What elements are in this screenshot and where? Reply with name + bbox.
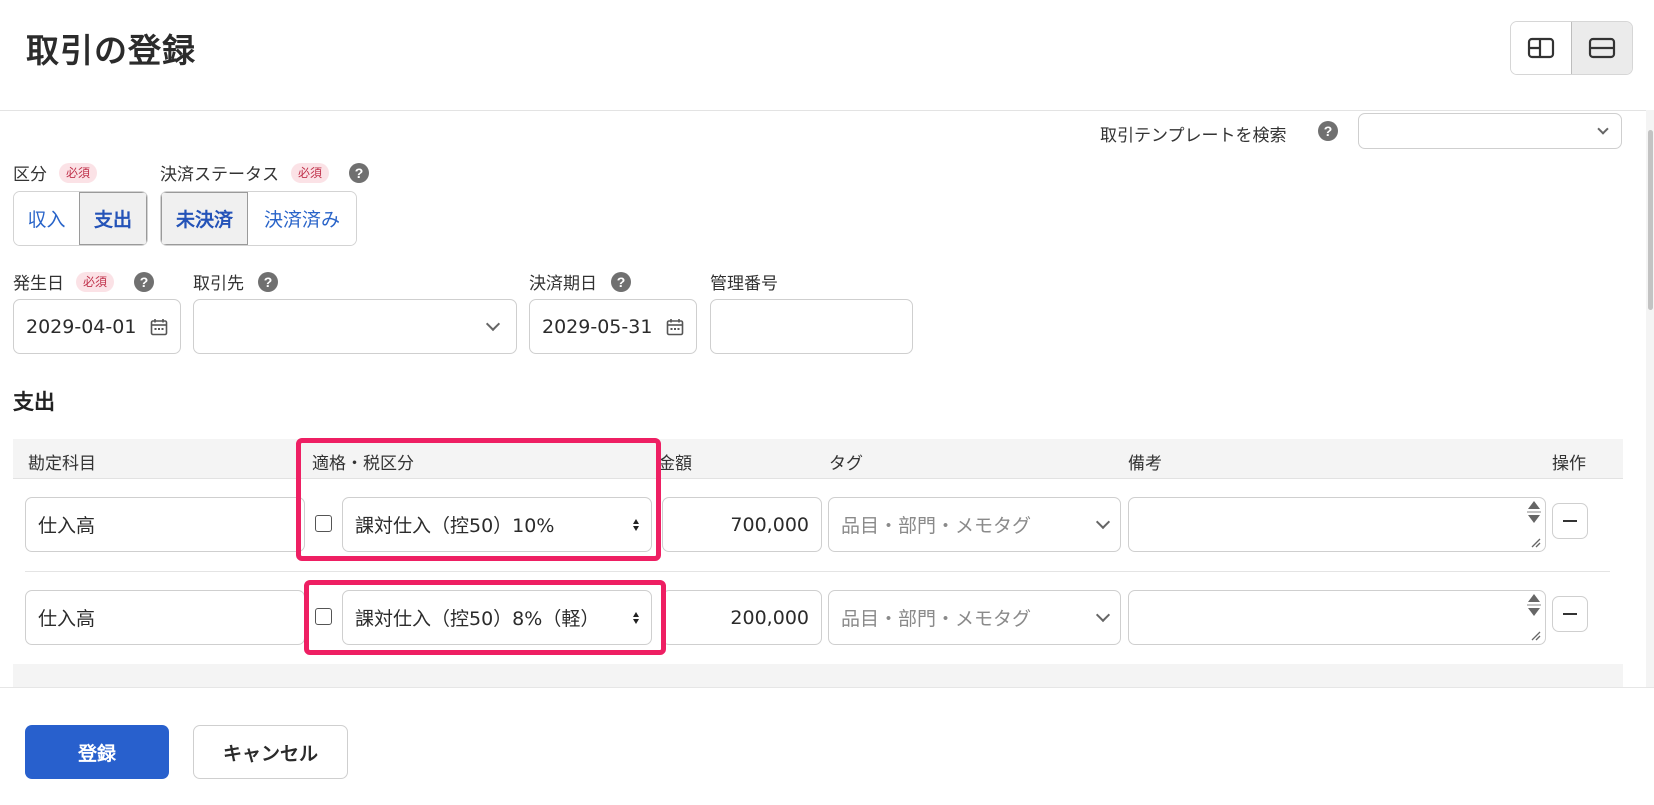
row-divider (25, 571, 1610, 572)
kubun-expense-button[interactable]: 支出 (79, 192, 147, 245)
kubun-income-button[interactable]: 収入 (14, 192, 79, 245)
due-date-value: 2029-05-31 (542, 315, 653, 338)
template-search-label: 取引テンプレートを検索 (1100, 126, 1287, 146)
status-help-icon[interactable]: ? (349, 162, 370, 183)
control-no-label: 管理番号 (710, 274, 778, 294)
chevron-down-icon (485, 316, 501, 332)
th-tag: タグ (829, 454, 863, 474)
template-search-select[interactable] (1358, 113, 1622, 149)
calendar-icon[interactable] (150, 318, 168, 336)
th-ops: 操作 (1552, 454, 1586, 474)
status-unsettled-button[interactable]: 未決済 (161, 192, 249, 245)
summary-row-partial (13, 664, 1623, 687)
partner-label-group: 取引先 ? (193, 269, 278, 294)
partner-help-icon[interactable]: ? (258, 271, 278, 292)
stack-layout-icon (1588, 37, 1616, 59)
status-label: 決済ステータス (160, 165, 279, 185)
textarea-resize-icon[interactable] (1524, 592, 1544, 644)
th-memo: 備考 (1128, 454, 1162, 474)
amount-input[interactable]: 700,000 (662, 497, 822, 552)
due-date-help-icon[interactable]: ? (611, 271, 631, 292)
kubun-label: 区分 (13, 165, 47, 185)
scrollbar-thumb[interactable] (1648, 130, 1653, 310)
due-date-label-group: 決済期日 ? (529, 269, 631, 294)
footer-divider (0, 687, 1654, 688)
kubun-segmented: 収入 支出 (13, 191, 148, 246)
remove-row-button[interactable] (1552, 596, 1588, 632)
header-divider (0, 110, 1654, 111)
memo-textarea[interactable] (1128, 590, 1546, 645)
account-input[interactable]: 仕入高 (25, 590, 305, 645)
kubun-label-group: 区分 必須 (13, 160, 98, 185)
required-badge: 必須 (59, 162, 98, 183)
view-toggle (1510, 21, 1633, 75)
chevron-down-icon (1597, 123, 1609, 135)
hassei-date-label: 発生日 (13, 274, 64, 294)
status-settled-button[interactable]: 決済済み (248, 192, 356, 245)
minus-icon (1563, 520, 1577, 522)
view-split-button[interactable] (1511, 22, 1571, 74)
amount-value: 200,000 (730, 606, 809, 629)
highlight-box-tax-row2 (304, 580, 666, 655)
account-value: 仕入高 (38, 608, 96, 630)
view-stack-button[interactable] (1571, 22, 1632, 74)
chevron-down-icon (1095, 514, 1111, 530)
calendar-icon[interactable] (666, 318, 684, 336)
th-account: 勘定科目 (28, 454, 96, 474)
due-date-label: 決済期日 (529, 274, 597, 294)
highlight-box-tax-row1 (296, 438, 661, 561)
submit-button[interactable]: 登録 (25, 725, 169, 779)
amount-value: 700,000 (730, 513, 809, 536)
required-badge: 必須 (76, 271, 115, 292)
page-title: 取引の登録 (26, 31, 196, 70)
th-amount: 金額 (658, 454, 692, 474)
textarea-resize-icon[interactable] (1524, 499, 1544, 551)
memo-textarea[interactable] (1128, 497, 1546, 552)
status-label-group: 決済ステータス 必須 ? (160, 160, 370, 185)
tag-placeholder: 品目・部門・メモタグ (841, 515, 1032, 537)
status-segmented: 未決済 決済済み (160, 191, 357, 246)
minus-icon (1563, 613, 1577, 615)
account-input[interactable]: 仕入高 (25, 497, 305, 552)
hassei-date-input[interactable]: 2029-04-01 (13, 299, 181, 354)
remove-row-button[interactable] (1552, 503, 1588, 539)
control-no-input[interactable] (710, 299, 913, 354)
hassei-date-help-icon[interactable]: ? (134, 271, 155, 292)
amount-input[interactable]: 200,000 (662, 590, 822, 645)
due-date-input[interactable]: 2029-05-31 (529, 299, 697, 354)
tag-placeholder: 品目・部門・メモタグ (841, 608, 1032, 630)
required-badge: 必須 (291, 162, 330, 183)
chevron-down-icon (1095, 607, 1111, 623)
section-title: 支出 (13, 390, 55, 414)
tag-select[interactable]: 品目・部門・メモタグ (828, 497, 1121, 552)
hassei-date-value: 2029-04-01 (26, 315, 137, 338)
table-header: 勘定科目 適格・税区分 金額 タグ 備考 操作 (13, 439, 1623, 479)
account-value: 仕入高 (38, 515, 96, 537)
partner-select[interactable] (193, 299, 517, 354)
hassei-date-label-group: 発生日 必須 ? (13, 269, 155, 294)
split-layout-icon (1527, 37, 1555, 59)
cancel-button[interactable]: キャンセル (193, 725, 348, 779)
template-search-help-icon[interactable]: ? (1318, 121, 1338, 141)
partner-label: 取引先 (193, 274, 244, 294)
tag-select[interactable]: 品目・部門・メモタグ (828, 590, 1121, 645)
